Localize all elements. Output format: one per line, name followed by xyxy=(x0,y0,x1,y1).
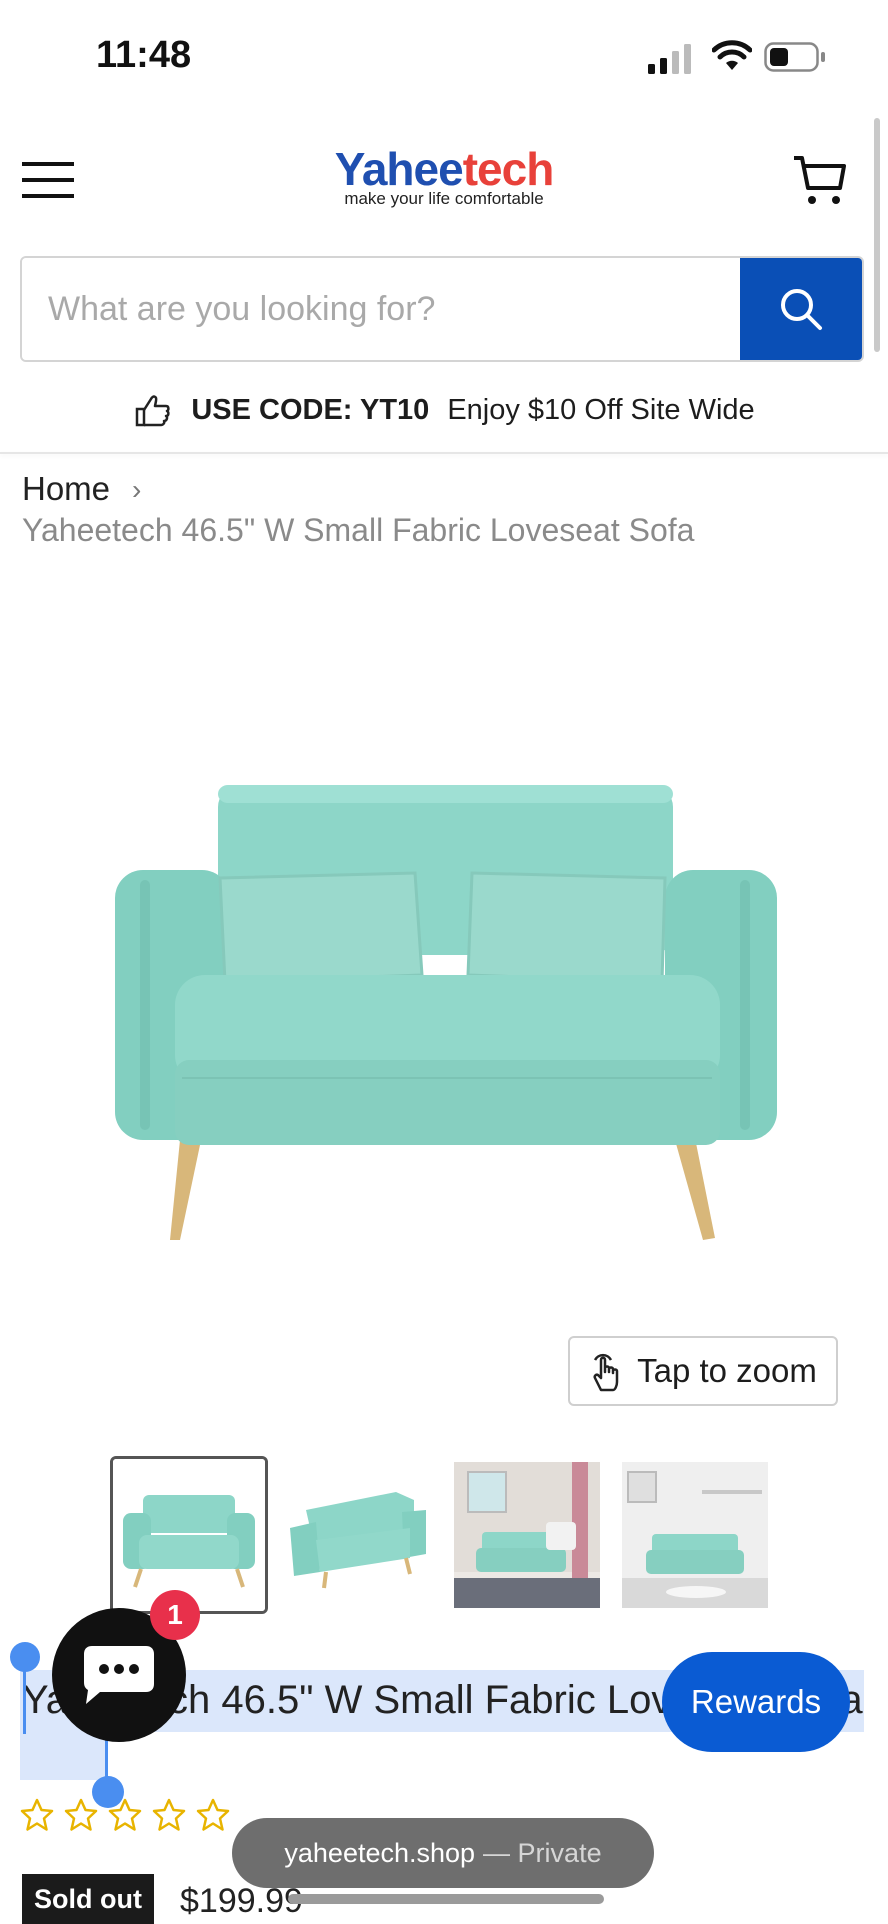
promo-text: Enjoy $10 Off Site Wide xyxy=(447,393,755,426)
logo-text-secondary: tech xyxy=(462,143,555,195)
breadcrumb-current: Yaheetech 46.5" W Small Fabric Loveseat … xyxy=(22,512,695,548)
breadcrumb-home[interactable]: Home xyxy=(22,470,110,508)
logo-tagline: make your life comfortable xyxy=(344,189,544,208)
star-icon xyxy=(196,1798,230,1831)
rewards-button[interactable]: Rewards xyxy=(662,1652,850,1752)
logo-text-primary: Yahee xyxy=(334,143,464,195)
breadcrumb-separator: › xyxy=(132,474,142,505)
search-bar xyxy=(20,256,864,362)
search-input[interactable] xyxy=(22,258,742,360)
search-icon xyxy=(781,289,822,330)
thumbnail-2[interactable] xyxy=(286,1462,432,1608)
wifi-icon xyxy=(712,40,752,70)
thumbs-up-icon xyxy=(136,395,170,427)
chat-icon xyxy=(84,1646,154,1704)
status-time: 11:48 xyxy=(96,34,192,76)
browser-private-label: — Private xyxy=(483,1837,602,1868)
selection-start-line xyxy=(23,1664,26,1734)
header-divider xyxy=(0,452,888,454)
thumbnail-3[interactable] xyxy=(454,1462,600,1608)
menu-icon[interactable] xyxy=(22,160,74,200)
tap-to-zoom-button[interactable]: Tap to zoom xyxy=(568,1336,838,1406)
star-icon xyxy=(64,1798,98,1831)
thumbnail-3-image xyxy=(454,1462,600,1608)
site-logo[interactable]: Yaheetech make your life comfortable xyxy=(334,143,555,209)
sold-out-badge: Sold out xyxy=(22,1874,154,1924)
selection-start-handle[interactable] xyxy=(10,1642,40,1672)
promo-banner: USE CODE: YT10 Enjoy $10 Off Site Wide xyxy=(0,380,888,440)
product-main-image[interactable] xyxy=(100,760,790,1250)
chat-notification-badge: 1 xyxy=(150,1590,200,1640)
rating-stars[interactable] xyxy=(20,1798,230,1832)
promo-code: USE CODE: YT10 xyxy=(191,393,430,426)
page-scrollbar[interactable] xyxy=(874,118,880,352)
thumbnail-1[interactable] xyxy=(110,1456,268,1614)
cart-icon[interactable] xyxy=(792,152,848,208)
browser-domain: yaheetech.shop xyxy=(284,1837,476,1868)
title-selection-highlight-2 xyxy=(20,1730,106,1780)
star-icon xyxy=(108,1798,142,1831)
star-icon xyxy=(20,1798,54,1831)
thumbnail-4[interactable] xyxy=(622,1462,768,1608)
star-icon xyxy=(152,1798,186,1831)
battery-icon xyxy=(764,42,825,72)
search-button[interactable] xyxy=(740,258,862,360)
thumbnail-2-image xyxy=(286,1462,432,1608)
thumbnail-1-image xyxy=(113,1459,265,1611)
home-indicator[interactable] xyxy=(288,1894,604,1904)
tap-to-zoom-label: Tap to zoom xyxy=(637,1352,817,1389)
tap-hand-icon xyxy=(593,1353,619,1392)
thumbnail-4-image xyxy=(622,1462,768,1608)
browser-address-pill[interactable]: yaheetech.shop — Private xyxy=(232,1818,654,1888)
cellular-signal-icon xyxy=(648,44,691,74)
